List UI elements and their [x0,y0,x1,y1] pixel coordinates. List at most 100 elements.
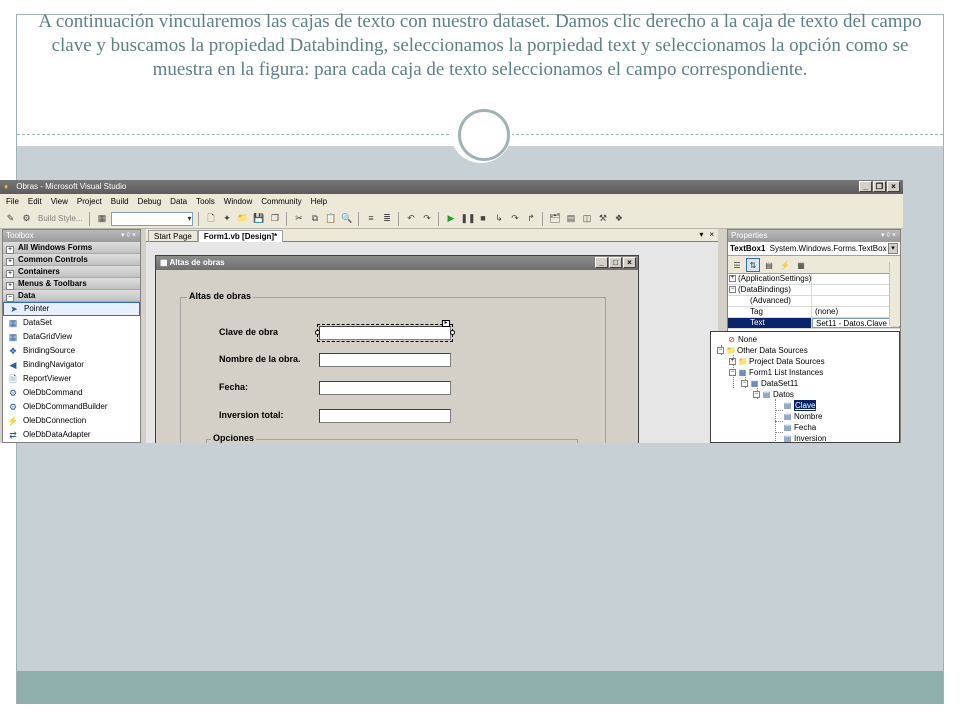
menu-debug[interactable]: Debug [138,194,162,209]
toolbox-group-all-windows-forms[interactable]: + All Windows Forms [3,242,140,254]
uncomment-icon[interactable]: ≣ [380,212,393,225]
paste-icon[interactable]: 📋 [324,212,337,225]
expand-icon[interactable]: + [729,275,736,282]
new-project-icon[interactable]: 🗋 [204,212,217,225]
toolbox-item-pointer[interactable]: ➤ Pointer [3,302,140,316]
properties-scrollbar[interactable] [889,262,900,326]
tree-item-nombre[interactable]: ▤ Nombre [783,411,823,422]
collapse-icon[interactable]: − [729,369,736,376]
form-minimize-button[interactable]: _ [595,257,608,268]
start-debug-icon[interactable]: ▶ [444,212,457,225]
menu-window[interactable]: Window [224,194,252,209]
menu-community[interactable]: Community [261,194,301,209]
menu-tools[interactable]: Tools [196,194,215,209]
clave-textbox[interactable] [317,324,453,342]
toolbox-item-oledbdataadapter[interactable]: ⇄ OleDbDataAdapter [3,428,140,442]
form-maximize-button[interactable]: □ [609,257,622,268]
stop-icon[interactable]: ■ [476,212,489,225]
redo-icon[interactable]: ↷ [420,212,433,225]
prop-row-applicationsettings[interactable]: + (ApplicationSettings) [728,274,900,285]
save-all-icon[interactable]: ❐ [268,212,281,225]
tree-item-datos[interactable]: − ▤ Datos [753,389,794,400]
toolbox-item-datagridview[interactable]: ▦ DataGridView [3,330,140,344]
menu-project[interactable]: Project [77,194,102,209]
pause-icon[interactable]: ❚❚ [460,212,475,225]
tree-item-none[interactable]: ⊘ None [727,334,757,345]
resize-handle-left[interactable] [315,330,320,335]
form-close-button[interactable]: × [623,257,636,268]
copy-icon[interactable]: ⧉ [308,212,321,225]
add-item-icon[interactable]: ✦ [220,212,233,225]
alphabetical-icon[interactable]: ⇅ [746,257,760,272]
fecha-textbox[interactable] [319,381,451,395]
toolbox-group-containers[interactable]: + Containers [3,266,140,278]
toolbox-group-menus-toolbars[interactable]: + Menus & Toolbars [3,278,140,290]
toolbox-item-bindingnavigator[interactable]: ◀ BindingNavigator [3,358,140,372]
solution-explorer-icon[interactable]: 🗂 [548,212,561,225]
collapse-icon[interactable]: − [717,347,724,354]
tree-item-inversion[interactable]: ▤ Inversion [783,433,827,442]
toolbox-item-bindingsource[interactable]: ❖ BindingSource [3,344,140,358]
comment-icon[interactable]: ≡ [364,212,377,225]
collapse-icon[interactable]: − [741,380,748,387]
toolbox-group-common-controls[interactable]: + Common Controls [3,254,140,266]
open-folder-icon[interactable]: 📁 [236,212,249,225]
tree-item-project-data-sources[interactable]: + 📁 Project Data Sources [729,356,825,367]
tab-form1-design[interactable]: Form1.vb [Design]* [197,230,284,242]
pencil-icon[interactable]: ✎ [4,212,17,225]
menu-edit[interactable]: Edit [28,194,42,209]
layout-icon[interactable]: ▦ [95,212,108,225]
restore-button[interactable]: ❐ [873,181,886,192]
smart-tag-icon[interactable]: ▸ [442,320,450,327]
form-window[interactable]: ▦ Altas de obras _ □ × Altas de obras Cl… [155,255,639,443]
extensions-icon[interactable]: ❖ [612,212,625,225]
minimize-button[interactable]: _ [859,181,872,192]
opciones-groupbox[interactable]: Opciones [206,433,578,443]
tree-item-form1-list-instances[interactable]: − ▦ Form1 List Instances [729,367,823,378]
toolbox-group-data[interactable]: − Data [3,290,140,302]
toolbox-item-oledbcommandbuilder[interactable]: ⚙ OleDbCommandBuilder [3,400,140,414]
toolbox-item-oledbconnection[interactable]: ⚡ OleDbConnection [3,414,140,428]
chevron-down-icon[interactable]: ▾ [888,243,898,254]
categorized-icon[interactable]: ☰ [730,258,744,272]
close-document-icon[interactable]: × [709,229,714,241]
property-pages-icon[interactable]: ▦ [794,258,808,272]
toolbox-item-oledbcommand[interactable]: ⚙ OleDbCommand [3,386,140,400]
resize-handle-right[interactable] [450,330,455,335]
step-over-icon[interactable]: ↷ [508,212,521,225]
save-icon[interactable]: 💾 [252,212,265,225]
menu-view[interactable]: View [51,194,68,209]
build-style-button[interactable]: Build Style... [36,214,84,223]
step-into-icon[interactable]: ↳ [492,212,505,225]
properties-view-icon[interactable]: ▤ [762,258,776,272]
prop-row-advanced[interactable]: (Advanced) [728,296,900,307]
prop-row-text[interactable]: Text Set11 - Datos.Clave [728,318,900,329]
solution-config-combo[interactable] [111,211,194,226]
cut-icon[interactable]: ✂ [292,212,305,225]
tree-item-other-data-sources[interactable]: − 📁 Other Data Sources [717,345,808,356]
collapse-icon[interactable]: − [753,391,760,398]
text-binding-dropdown[interactable]: Set11 - Datos.Clave [812,318,900,328]
object-browser-icon[interactable]: ◫ [580,212,593,225]
expand-icon[interactable]: + [729,358,736,365]
close-button[interactable]: × [887,181,900,192]
pin-icon[interactable]: ▾ ◊ × [881,230,896,242]
tree-item-fecha[interactable]: ▤ Fecha [783,422,817,433]
toolbox-icon[interactable]: ⚒ [596,212,609,225]
databinding-tree-dropdown[interactable]: ⊘ None − 📁 Other Data Sources + 📁 Project Dat… [710,331,900,443]
menu-help[interactable]: Help [311,194,327,209]
build-icon[interactable]: ⚙ [20,212,33,225]
inversion-textbox[interactable] [319,409,451,423]
step-out-icon[interactable]: ↱ [524,212,537,225]
toolbox-item-reportviewer[interactable]: 🗎 ReportViewer [3,372,140,386]
tree-item-dataset11[interactable]: − ▦ DataSet11 [741,378,798,389]
properties-icon[interactable]: ▤ [564,212,577,225]
menu-file[interactable]: File [6,194,19,209]
tree-item-clave[interactable]: ▤ Clave [783,400,817,411]
prop-row-databindings[interactable]: − (DataBindings) [728,285,900,296]
tab-start-page[interactable]: Start Page [148,230,198,242]
nombre-textbox[interactable] [319,353,451,367]
toolbox-item-dataset[interactable]: ▦ DataSet [3,316,140,330]
tab-list-icon[interactable]: ▾ [699,229,703,241]
menu-build[interactable]: Build [111,194,129,209]
